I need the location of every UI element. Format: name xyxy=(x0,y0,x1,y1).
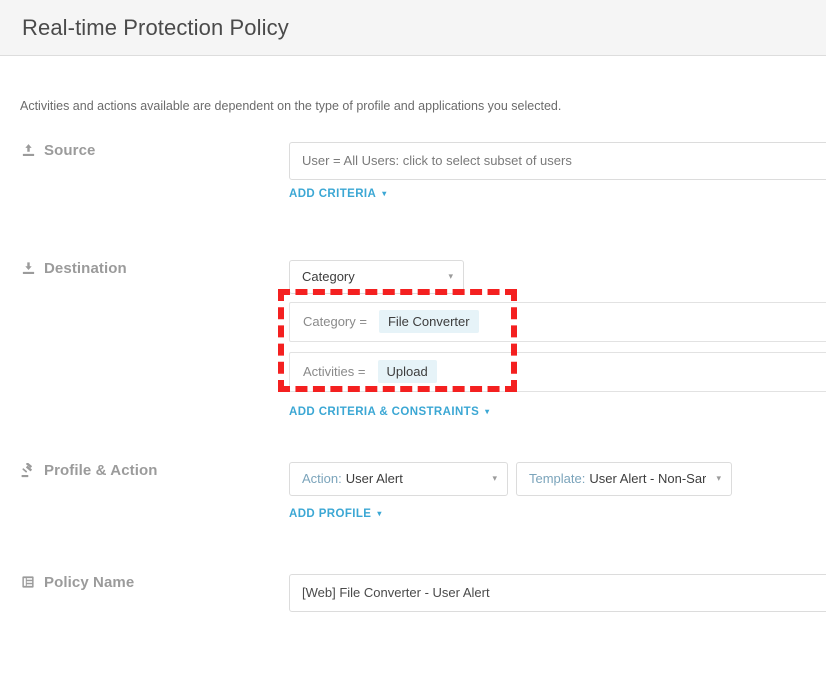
chevron-down-icon: ▾ xyxy=(485,406,490,416)
form-row-policy-name: Policy Name [Web] File Converter - User … xyxy=(0,573,826,612)
chevron-down-icon: ▾ xyxy=(448,271,453,281)
form-row-source: Source User = All Users: click to select… xyxy=(0,141,826,202)
add-criteria-constraints-label: ADD CRITERIA & CONSTRAINTS xyxy=(289,405,480,418)
page-body: Activities and actions available are dep… xyxy=(0,56,826,612)
upload-icon xyxy=(20,142,36,158)
add-criteria-source-link[interactable]: ADD CRITERIA ▾ xyxy=(289,188,387,200)
destination-label-text: Destination xyxy=(44,259,127,277)
destination-content: Category ▾ Category = File Converter Act… xyxy=(289,259,826,420)
action-select[interactable]: Action: User Alert ▾ xyxy=(289,461,508,496)
profile-action-selects: Action: User Alert ▾ Template: User Aler… xyxy=(289,461,826,496)
chevron-down-icon: ▾ xyxy=(716,473,721,483)
source-content: User = All Users: click to select subset… xyxy=(289,141,826,202)
source-label-text: Source xyxy=(44,141,96,159)
page-title: Real-time Protection Policy xyxy=(22,14,289,40)
source-user-field[interactable]: User = All Users: click to select subset… xyxy=(289,141,826,180)
source-user-value: User = All Users: click to select subset… xyxy=(302,153,572,168)
criteria-row-category[interactable]: Category = File Converter xyxy=(289,301,826,342)
policy-form: Source User = All Users: click to select… xyxy=(0,141,826,612)
add-profile-label: ADD PROFILE xyxy=(289,507,372,520)
profile-action-label-text: Profile & Action xyxy=(44,461,158,479)
add-criteria-constraints-link[interactable]: ADD CRITERIA & CONSTRAINTS ▾ xyxy=(289,406,490,418)
criteria-row-activities[interactable]: Activities = Upload xyxy=(289,351,826,392)
add-criteria-source-label: ADD CRITERIA xyxy=(289,187,377,200)
destination-category-value: Category xyxy=(302,269,355,284)
chevron-down-icon: ▾ xyxy=(492,473,497,483)
policy-name-value: [Web] File Converter - User Alert xyxy=(302,585,490,600)
chevron-down-icon: ▾ xyxy=(377,508,382,518)
criteria-value-tag[interactable]: File Converter xyxy=(378,310,479,333)
intro-description: Activities and actions available are dep… xyxy=(20,99,562,113)
chevron-down-icon: ▾ xyxy=(382,188,387,198)
action-select-value: User Alert xyxy=(345,471,403,486)
template-select-prefix: Template: xyxy=(529,471,586,486)
policy-name-label-text: Policy Name xyxy=(44,573,135,591)
form-row-destination: Destination Category ▾ Category = File C… xyxy=(0,259,826,420)
criteria-key: Category = xyxy=(303,314,367,329)
template-select-value: User Alert - Non-Sar xyxy=(589,471,707,486)
criteria-key: Activities = xyxy=(303,364,366,379)
criteria-value-tag[interactable]: Upload xyxy=(377,360,437,383)
profile-action-content: Action: User Alert ▾ Template: User Aler… xyxy=(289,461,826,522)
download-icon xyxy=(20,260,36,276)
action-select-prefix: Action: xyxy=(302,471,342,486)
policy-name-input[interactable]: [Web] File Converter - User Alert xyxy=(289,573,826,612)
destination-category-select[interactable]: Category ▾ xyxy=(289,259,464,294)
add-profile-link[interactable]: ADD PROFILE ▾ xyxy=(289,508,382,520)
policy-name-content: [Web] File Converter - User Alert xyxy=(289,573,826,612)
profile-action-label: Profile & Action xyxy=(0,462,289,479)
gavel-icon xyxy=(20,462,36,478)
destination-label: Destination xyxy=(0,260,289,277)
policy-name-label: Policy Name xyxy=(0,574,289,591)
document-icon xyxy=(20,574,36,590)
source-label: Source xyxy=(0,142,289,159)
form-row-profile-action: Profile & Action Action: User Alert ▾ Te… xyxy=(0,461,826,522)
template-select[interactable]: Template: User Alert - Non-Sar ▾ xyxy=(516,461,732,496)
page-header: Real-time Protection Policy xyxy=(0,0,826,56)
